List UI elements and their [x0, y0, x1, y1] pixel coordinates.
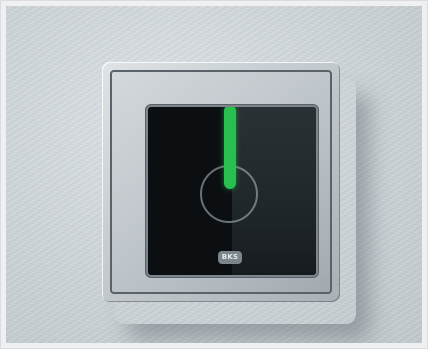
touch-panel[interactable]: BKS [148, 107, 316, 275]
switch-cover-plate: BKS [102, 62, 340, 302]
green-led-indicator [224, 107, 236, 189]
wall-background: BKS [6, 6, 422, 343]
switch-inner-frame: BKS [110, 70, 332, 294]
brand-logo: BKS [218, 251, 242, 264]
image-frame: BKS [0, 0, 428, 349]
